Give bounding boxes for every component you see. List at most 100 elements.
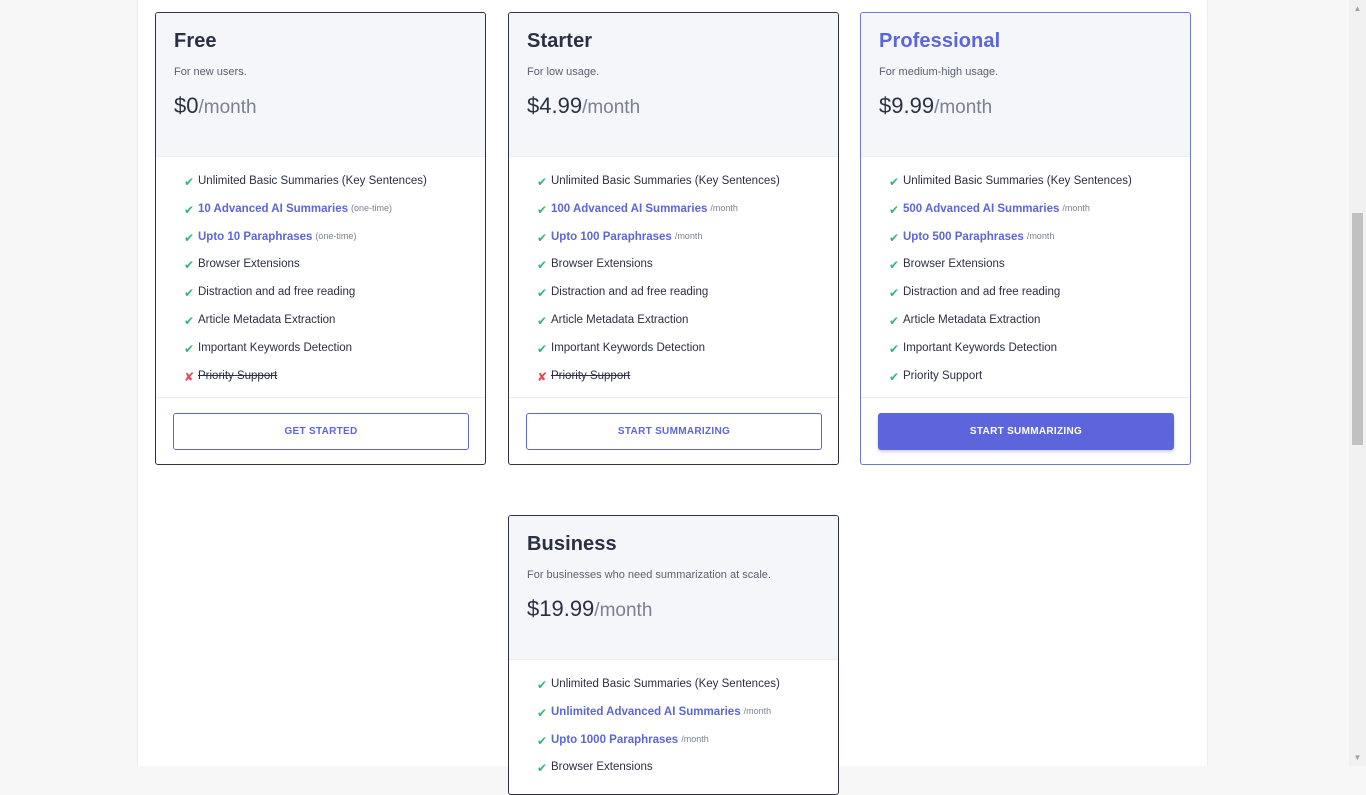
feature-text: Upto 100 Paraphrases — [551, 230, 672, 243]
check-icon: ✔ — [537, 230, 548, 245]
feature-note: /month — [674, 230, 703, 241]
arrow-down-icon[interactable]: ▼ — [1349, 749, 1366, 766]
feature-text: Unlimited Basic Summaries (Key Sentences… — [903, 175, 1132, 187]
feature-text: Important Keywords Detection — [551, 341, 706, 354]
feature-text: Priority Support — [551, 369, 631, 382]
plan-price: $9.99/month — [879, 93, 1172, 119]
feature-item: ✔ Distraction and ad free reading — [184, 286, 485, 314]
feature-text: Unlimited Basic Summaries (Key Sentences… — [198, 175, 427, 187]
feature-item: ✔ Article Metadata Extraction — [889, 314, 1190, 342]
feature-item: ✔ Upto 1000 Paraphrases/month — [537, 734, 838, 762]
check-icon: ✔ — [537, 341, 548, 356]
price-amount: $9.99 — [879, 93, 935, 118]
vertical-scrollbar[interactable]: ▲ ▼ — [1349, 0, 1366, 766]
start-summarizing-button[interactable]: START SUMMARIZING — [878, 413, 1174, 451]
feature-note: /month — [710, 202, 738, 213]
feature-text: 100 Advanced AI Summaries — [551, 202, 708, 215]
check-icon: ✔ — [537, 286, 548, 301]
price-unit: /month — [594, 600, 653, 621]
arrow-up-icon[interactable]: ▲ — [1349, 0, 1366, 17]
feature-text: Priority Support — [903, 369, 983, 382]
feature-item: ✔ Unlimited Advanced AI Summaries/month — [537, 706, 838, 734]
scrollbar-thumb[interactable] — [1352, 213, 1363, 445]
cross-icon: ✘ — [184, 369, 195, 384]
plan-name: Starter — [527, 30, 593, 52]
plan-header: Starter For low usage. $4.99/month — [509, 13, 838, 157]
plan-card-business: Business For businesses who need summari… — [508, 515, 839, 795]
feature-text: Unlimited Basic Summaries (Key Sentences… — [551, 678, 780, 690]
feature-note: (one-time) — [315, 230, 357, 241]
feature-item: ✔ 10 Advanced AI Summaries (one-time) — [184, 203, 485, 231]
check-icon: ✔ — [537, 258, 548, 273]
feature-list: ✔ Unlimited Basic Summaries (Key Sentence… — [509, 157, 838, 397]
feature-item: ✔ 500 Advanced AI Summaries/month — [889, 203, 1190, 231]
check-icon: ✔ — [184, 313, 195, 328]
check-icon: ✔ — [184, 202, 195, 217]
feature-text: Distraction and ad free reading — [551, 286, 709, 299]
get-started-button[interactable]: GET STARTED — [173, 413, 469, 451]
feature-text: Article Metadata Extraction — [903, 313, 1041, 326]
start-summarizing-button[interactable]: START SUMMARIZING — [526, 413, 822, 451]
feature-item: ✔ 100 Advanced AI Summaries/month — [537, 203, 838, 231]
price-amount: $19.99 — [527, 596, 595, 621]
feature-item: ✔ Unlimited Basic Summaries (Key Sentence… — [184, 175, 485, 203]
feature-note: /month — [1062, 202, 1090, 213]
plan-header: Professional For medium-high usage. $9.9… — [861, 13, 1190, 157]
plan-price: $4.99/month — [527, 93, 820, 119]
check-icon: ✔ — [184, 258, 195, 273]
check-icon: ✔ — [184, 230, 195, 245]
check-icon: ✔ — [537, 761, 548, 776]
check-icon: ✔ — [184, 341, 195, 356]
check-icon: ✔ — [889, 202, 900, 217]
feature-item: ✔ Priority Support — [889, 370, 1190, 398]
check-icon: ✔ — [537, 705, 548, 720]
feature-note: /month — [1026, 230, 1055, 241]
feature-item: ✔ Browser Extensions — [184, 258, 485, 286]
plan-name: Professional — [879, 30, 1001, 52]
check-icon: ✔ — [889, 286, 900, 301]
feature-text: Browser Extensions — [551, 258, 653, 271]
check-icon: ✔ — [184, 175, 195, 189]
price-amount: $0 — [174, 93, 199, 118]
check-icon: ✔ — [889, 258, 900, 273]
price-unit: /month — [582, 97, 641, 118]
feature-text: Browser Extensions — [551, 761, 653, 774]
plan-price: $0/month — [174, 93, 467, 119]
feature-list: ✔ Unlimited Basic Summaries (Key Sentence… — [861, 157, 1190, 397]
plan-card-starter: Starter For low usage. $4.99/month ✔ Unli… — [508, 12, 839, 466]
feature-item: ✔ Unlimited Basic Summaries (Key Sentence… — [889, 175, 1190, 203]
check-icon: ✔ — [537, 678, 548, 692]
feature-item: ✘ Priority Support — [184, 370, 485, 398]
check-icon: ✔ — [184, 286, 195, 301]
feature-text: Browser Extensions — [903, 258, 1005, 271]
plan-description: For medium-high usage. — [879, 66, 999, 78]
feature-item: ✔ Important Keywords Detection — [184, 342, 485, 370]
check-icon: ✔ — [889, 341, 900, 356]
feature-note: /month — [681, 733, 709, 744]
price-unit: /month — [198, 97, 257, 118]
check-icon: ✔ — [889, 175, 900, 189]
feature-list: ✔ Unlimited Basic Summaries (Key Sentence… — [509, 660, 838, 789]
feature-item: ✔ Important Keywords Detection — [889, 342, 1190, 370]
plan-header: Free For new users. $0/month — [156, 13, 485, 157]
feature-text: Unlimited Advanced AI Summaries — [551, 705, 741, 718]
cross-icon: ✘ — [537, 369, 548, 384]
feature-text: Upto 500 Paraphrases — [903, 230, 1024, 243]
check-icon: ✔ — [537, 202, 548, 217]
feature-text: 10 Advanced AI Summaries — [198, 202, 348, 215]
check-icon: ✔ — [889, 369, 900, 384]
feature-item: ✔ Browser Extensions — [889, 258, 1190, 286]
plan-footer: GET STARTED — [156, 397, 485, 464]
plan-card-free: Free For new users. $0/month ✔ Unlimited … — [155, 12, 486, 466]
feature-text: Priority Support — [198, 369, 278, 382]
price-amount: $4.99 — [527, 93, 583, 118]
feature-text: Browser Extensions — [198, 258, 300, 271]
feature-note: (one-time) — [351, 202, 393, 213]
feature-text: Important Keywords Detection — [903, 341, 1058, 354]
feature-item: ✔ Upto 500 Paraphrases/month — [889, 231, 1190, 259]
feature-item: ✔ Unlimited Basic Summaries (Key Sentence… — [537, 678, 838, 706]
feature-text: Unlimited Basic Summaries (Key Sentences… — [551, 175, 780, 187]
price-unit: /month — [934, 97, 993, 118]
feature-item: ✔ Article Metadata Extraction — [537, 314, 838, 342]
feature-text: Distraction and ad free reading — [198, 286, 356, 299]
